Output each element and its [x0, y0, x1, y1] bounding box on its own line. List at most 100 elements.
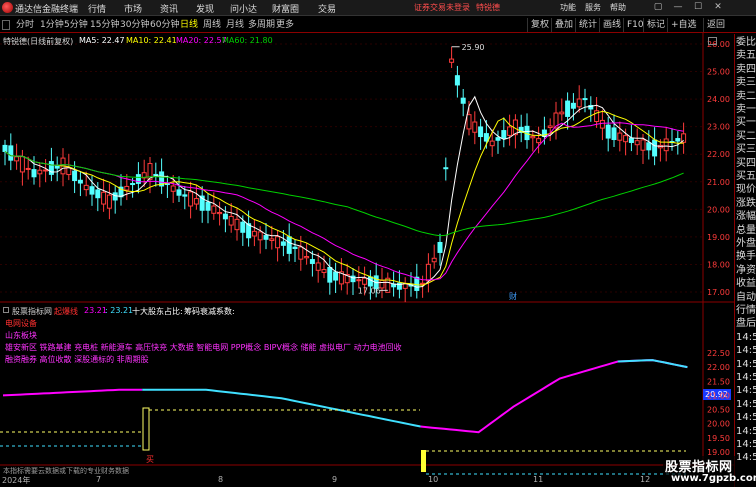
- x-label-sep: 9: [332, 475, 338, 484]
- indicator-tick-label: 21.50: [707, 377, 730, 386]
- menu-item-market[interactable]: 市场: [124, 2, 142, 15]
- mark-button[interactable]: 标记: [643, 18, 668, 32]
- period-tab-30min[interactable]: 30分钟: [120, 18, 149, 32]
- settings-icon[interactable]: [708, 37, 717, 45]
- x-label-nov: 11: [533, 475, 544, 484]
- menu-item-service[interactable]: 服务: [585, 2, 601, 13]
- add-watchlist-button[interactable]: +自选: [667, 18, 700, 32]
- period-tab-tick[interactable]: 分时: [16, 18, 34, 32]
- side-panel-item[interactable]: 涨幅: [736, 211, 756, 223]
- menu-item-discover[interactable]: 发现: [196, 2, 214, 15]
- candle-body: [489, 140, 495, 147]
- candle-body: [530, 135, 536, 139]
- price-tick-label: 18.00: [707, 260, 730, 269]
- back-button[interactable]: 返回: [703, 18, 728, 32]
- side-panel-item[interactable]: 14:5: [736, 372, 756, 384]
- statistics-button[interactable]: 统计: [575, 18, 600, 32]
- menu-item-wealth[interactable]: 财富圈: [272, 2, 299, 15]
- candle-body: [211, 205, 217, 214]
- candle-body: [617, 132, 623, 141]
- ma20-line: [4, 122, 684, 281]
- period-tab-daily[interactable]: 日线: [180, 18, 198, 32]
- candle-body: [582, 98, 588, 101]
- side-panel-item[interactable]: 外盘: [736, 238, 756, 250]
- side-panel-item[interactable]: 涨跌: [736, 198, 756, 210]
- candle-body: [280, 241, 286, 246]
- side-panel-item[interactable]: 14:5: [736, 332, 756, 344]
- side-panel-item[interactable]: 行情: [736, 305, 756, 317]
- side-panel-item[interactable]: 自动: [736, 292, 756, 304]
- candle-body: [37, 169, 43, 175]
- period-tab-1min[interactable]: 1分钟: [40, 18, 64, 32]
- side-panel-item[interactable]: 14:5: [736, 345, 756, 357]
- collapse-icon[interactable]: [2, 20, 10, 30]
- candle-body: [559, 111, 565, 115]
- side-panel-item[interactable]: 14:5: [736, 359, 756, 371]
- close-icon[interactable]: ✕: [712, 1, 724, 14]
- side-panel-item[interactable]: 收益: [736, 278, 756, 290]
- stock-header: 特锐德(日线前复权): [3, 37, 74, 46]
- side-panel-item[interactable]: 14:5: [736, 452, 756, 464]
- login-notice[interactable]: 证券交易未登录: [414, 2, 470, 13]
- side-panel-item[interactable]: 14:5: [736, 412, 756, 424]
- candle-body: [443, 167, 449, 170]
- period-tab-60min[interactable]: 60分钟: [150, 18, 179, 32]
- candle-body: [77, 179, 83, 184]
- side-panel-item[interactable]: 现价: [736, 184, 756, 196]
- side-panel-item[interactable]: 买五: [736, 171, 756, 183]
- side-panel-item[interactable]: 买一: [736, 117, 756, 129]
- restore-icon[interactable]: ▢: [652, 1, 664, 14]
- period-tab-more[interactable]: 更多: [276, 18, 294, 32]
- side-panel-item[interactable]: 14:5: [736, 439, 756, 451]
- maximize-icon[interactable]: ☐: [692, 1, 704, 14]
- side-panel-item[interactable]: 买二: [736, 131, 756, 143]
- menu-item-help[interactable]: 帮助: [610, 2, 626, 13]
- side-panel-item[interactable]: 委比: [736, 37, 756, 49]
- chart-canvas[interactable]: 买20.92 26.0025.0024.0023.0022.0021.0020.…: [0, 33, 734, 487]
- candle-body: [251, 230, 257, 237]
- menu-item-trade[interactable]: 交易: [318, 2, 336, 15]
- side-panel-item[interactable]: 买四: [736, 158, 756, 170]
- side-panel-item[interactable]: 净资: [736, 265, 756, 277]
- indicator-expand-icon[interactable]: [3, 307, 9, 313]
- x-label-dec: 12: [640, 475, 651, 484]
- menu-item-function[interactable]: 功能: [560, 2, 576, 13]
- draw-line-button[interactable]: 画线: [599, 18, 624, 32]
- side-panel-item[interactable]: 卖三: [736, 77, 756, 89]
- side-panel-item[interactable]: 盘后: [736, 318, 756, 330]
- side-panel-item[interactable]: 卖二: [736, 91, 756, 103]
- candle-body: [449, 58, 455, 63]
- menu-item-quotes[interactable]: 行情: [88, 2, 106, 15]
- indicator-tick-label: 22.00: [707, 363, 730, 372]
- candle-body: [240, 221, 246, 233]
- side-panel-item[interactable]: 换手: [736, 251, 756, 263]
- app-logo-icon: [2, 2, 13, 13]
- candle-body: [623, 135, 629, 143]
- indicator-source: 股票指标网: [12, 307, 52, 316]
- candle-body: [182, 194, 188, 197]
- period-tab-15min[interactable]: 15分钟: [90, 18, 119, 32]
- candle-body: [89, 186, 95, 195]
- indicator-tick-label: 22.50: [707, 349, 730, 358]
- side-panel-item[interactable]: 卖四: [736, 64, 756, 76]
- menu-item-news[interactable]: 资讯: [160, 2, 178, 15]
- side-panel-item[interactable]: 14:5: [736, 385, 756, 397]
- period-tab-5min[interactable]: 5分钟: [64, 18, 88, 32]
- period-tab-weekly[interactable]: 周线: [203, 18, 221, 32]
- side-panel-item[interactable]: 14:5: [736, 426, 756, 438]
- side-panel-item[interactable]: 买三: [736, 144, 756, 156]
- candle-body: [205, 201, 211, 211]
- side-panel-item[interactable]: 卖一: [736, 104, 756, 116]
- period-tab-multi[interactable]: 多周期: [248, 18, 275, 32]
- side-panel-item[interactable]: 卖五: [736, 50, 756, 62]
- signal-bar-1: [142, 407, 150, 451]
- candle-body: [333, 271, 339, 281]
- menu-item-ask[interactable]: 问小达: [230, 2, 257, 15]
- side-panel-item[interactable]: 14:5: [736, 399, 756, 411]
- side-panel-item[interactable]: 总量: [736, 225, 756, 237]
- indicator-name[interactable]: 起爆线: [54, 306, 78, 317]
- minimize-icon[interactable]: —: [672, 1, 684, 14]
- overlay-button[interactable]: 叠加: [551, 18, 576, 32]
- period-tab-monthly[interactable]: 月线: [226, 18, 244, 32]
- adjust-button[interactable]: 复权: [527, 18, 552, 32]
